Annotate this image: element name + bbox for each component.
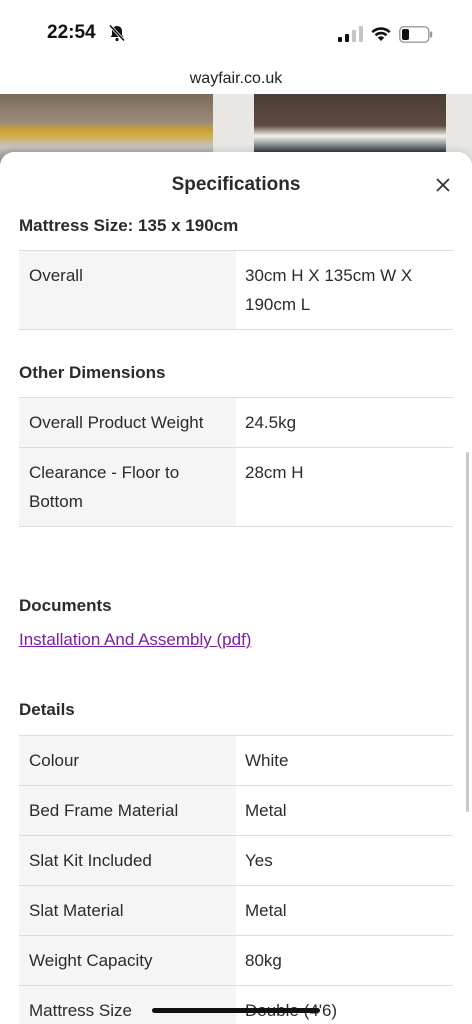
url-text[interactable]: wayfair.co.uk [190, 70, 282, 87]
spec-value: 80kg [236, 935, 453, 986]
wifi-icon [371, 27, 391, 41]
details-table: Colour White Bed Frame Material Metal Sl… [19, 735, 453, 1024]
spec-label: Overall Product Weight [19, 397, 236, 448]
other-dimensions-table: Overall Product Weight 24.5kg Clearance … [19, 397, 453, 527]
spec-value: 30cm H X 135cm W X 190cm L [236, 250, 453, 330]
table-row: Bed Frame Material Metal [19, 785, 453, 836]
spec-label: Colour [19, 735, 236, 786]
spec-value: Yes [236, 835, 453, 886]
mattress-size-heading: Mattress Size: 135 x 190cm [19, 216, 239, 235]
close-icon[interactable] [434, 176, 452, 194]
table-row: Weight Capacity 80kg [19, 935, 453, 986]
documents-heading: Documents [19, 596, 112, 615]
spec-value: Double (4'6) [236, 985, 453, 1024]
spec-value: Metal [236, 885, 453, 936]
installation-assembly-pdf-link[interactable]: Installation And Assembly (pdf) [19, 630, 251, 650]
bell-muted-icon [108, 24, 126, 42]
spec-value: 28cm H [236, 447, 453, 527]
status-bar: 22:54 [0, 0, 472, 64]
spec-label: Slat Kit Included [19, 835, 236, 886]
table-row: Colour White [19, 735, 453, 786]
home-indicator[interactable] [152, 1008, 320, 1013]
other-dimensions-heading: Other Dimensions [19, 363, 166, 382]
spec-value: 24.5kg [236, 397, 453, 448]
mattress-size-table: Overall 30cm H X 135cm W X 190cm L [19, 250, 453, 330]
status-time: 22:54 [47, 22, 96, 43]
url-bar[interactable]: wayfair.co.uk [0, 64, 472, 94]
spec-label: Slat Material [19, 885, 236, 936]
table-row: Slat Material Metal [19, 885, 453, 936]
spec-value: White [236, 735, 453, 786]
table-row: Clearance - Floor to Bottom 28cm H [19, 447, 453, 527]
spec-label: Mattress Size [19, 985, 236, 1024]
spec-label: Weight Capacity [19, 935, 236, 986]
spec-label: Overall [19, 250, 236, 330]
battery-icon [399, 26, 433, 43]
cellular-signal-icon [338, 26, 363, 42]
scrollbar[interactable] [466, 452, 469, 812]
spec-value: Metal [236, 785, 453, 836]
specifications-sheet: Specifications Mattress Size: 135 x 190c… [0, 152, 472, 1024]
table-row: Slat Kit Included Yes [19, 835, 453, 886]
sheet-title: Specifications [171, 174, 301, 195]
table-row: Overall Product Weight 24.5kg [19, 397, 453, 448]
details-heading: Details [19, 700, 75, 719]
table-row: Overall 30cm H X 135cm W X 190cm L [19, 250, 453, 330]
spec-label: Clearance - Floor to Bottom [19, 447, 236, 527]
spec-label: Bed Frame Material [19, 785, 236, 836]
table-row: Mattress Size Double (4'6) [19, 985, 453, 1024]
